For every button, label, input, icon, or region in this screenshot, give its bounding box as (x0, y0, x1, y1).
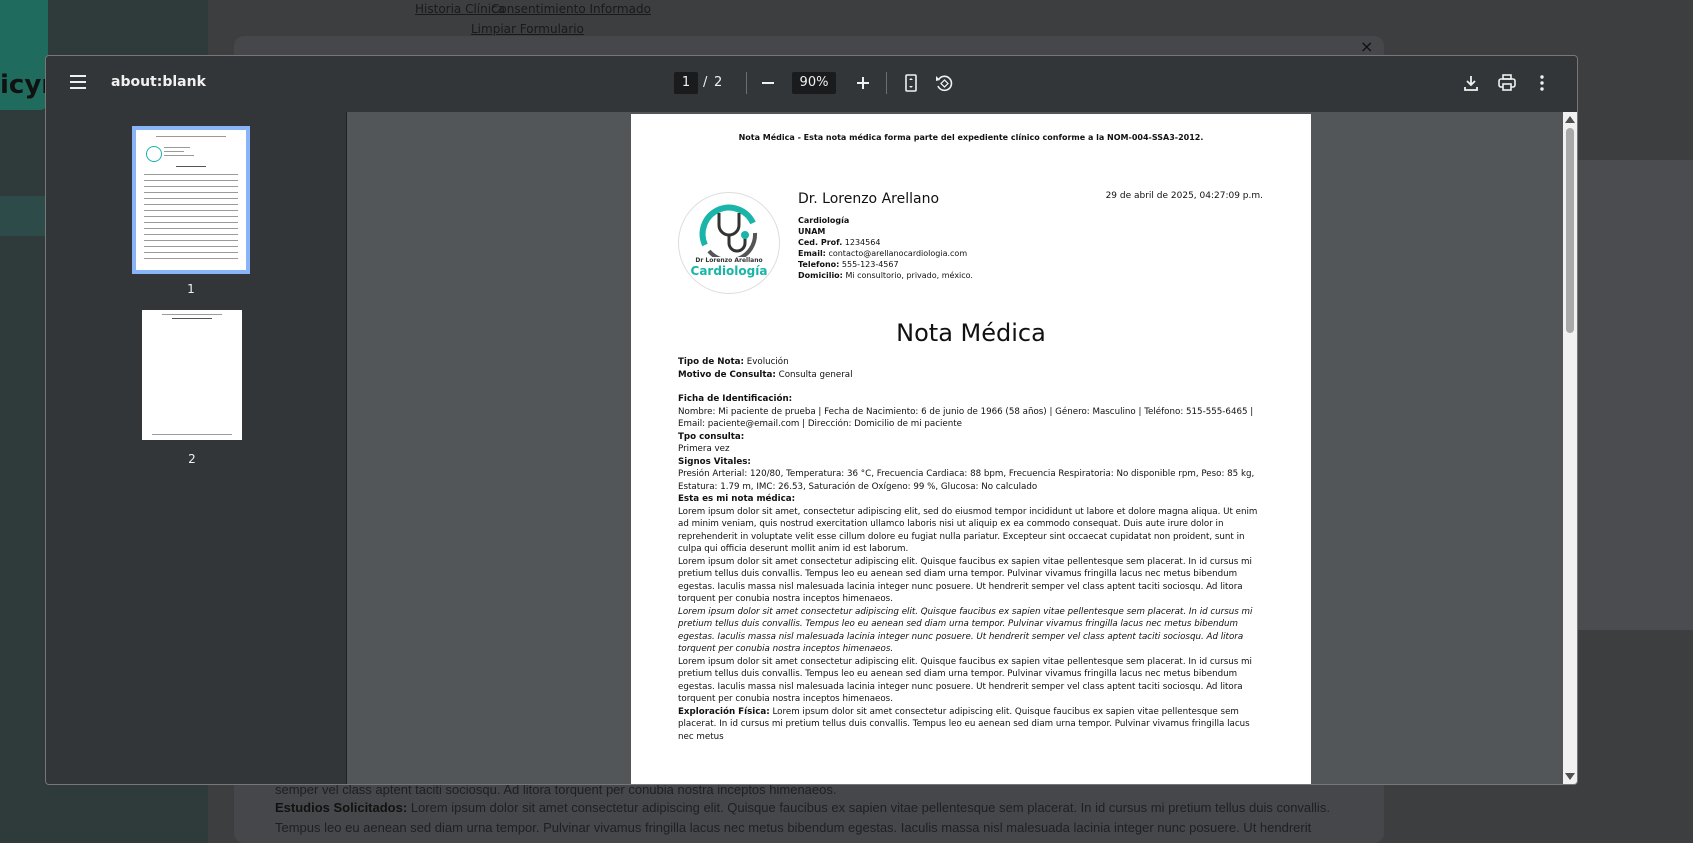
page-thumbnail-1[interactable] (132, 126, 250, 274)
consentimiento-link[interactable]: Consentimiento Informado (491, 2, 651, 16)
zoom-input[interactable]: 90% (792, 72, 836, 94)
rotate-icon[interactable] (932, 71, 956, 95)
note-body: Tipo de Nota: Evolución Motivo de Consul… (678, 356, 1264, 743)
paragraph-italic: Lorem ipsum dolor sit amet consectetur a… (678, 606, 1253, 655)
thumbnail-label-2: 2 (188, 452, 196, 466)
limpiar-formulario-link[interactable]: Limpiar Formulario (471, 22, 584, 36)
download-icon[interactable] (1459, 71, 1483, 95)
consult-reason: Consulta general (778, 369, 853, 380)
note-date: 29 de abril de 2025, 04:27:09 p.m. (1105, 191, 1263, 201)
paragraph: Lorem ipsum dolor sit amet, consectetur … (678, 506, 1258, 555)
tpo-heading: Tpo consulta: (678, 431, 745, 442)
note-type: Evolución (746, 357, 789, 367)
fit-page-icon[interactable] (899, 71, 923, 95)
ficha-heading: Ficha de Identificación: (678, 394, 793, 404)
scroll-down-icon[interactable] (1565, 773, 1575, 780)
logo-subtitle: Dr Lorenzo Arellano (695, 257, 763, 264)
pdf-viewer: about:blank 1 / 2 90% 1 2 Nota Médica - … (45, 55, 1578, 785)
more-icon[interactable] (1530, 71, 1554, 95)
tpo-value: Primera vez (678, 444, 730, 454)
page-thumbnail-2[interactable] (142, 310, 242, 440)
stethoscope-icon (699, 204, 758, 263)
menu-icon[interactable] (70, 75, 86, 89)
document-title: about:blank (111, 74, 206, 90)
note-title: Nota Médica (896, 319, 1046, 347)
background-text-line: Estudios Solicitados: Lorem ipsum dolor … (275, 800, 1330, 815)
paragraph: Lorem ipsum dolor sit amet consectetur a… (678, 656, 1252, 705)
zoom-out-icon[interactable] (756, 71, 780, 95)
thumbnail-label-1: 1 (187, 282, 195, 296)
page-separator: / (703, 75, 708, 90)
background-text-line: Tempus leo eu aenean sed diam urna tempo… (275, 820, 1312, 835)
total-pages: 2 (714, 75, 723, 90)
signos-heading: Signos Vitales: (678, 456, 751, 467)
toolbar-divider (746, 72, 747, 94)
pdf-page: Nota Médica - Esta nota médica forma par… (631, 114, 1311, 784)
close-icon[interactable]: × (1360, 37, 1373, 56)
background-right-panel (1578, 160, 1693, 630)
zoom-in-icon[interactable] (851, 71, 875, 95)
page-number-input[interactable]: 1 (674, 72, 698, 94)
university: UNAM (798, 227, 826, 236)
scrollbar-thumb[interactable] (1566, 128, 1574, 333)
nota-heading: Esta es mi nota médica: (678, 494, 796, 504)
ficha-value: Nombre: Mi paciente de prueba | Fecha de… (678, 406, 1254, 430)
viewer-toolbar: about:blank 1 / 2 90% (46, 56, 1577, 112)
document-area[interactable]: Nota Médica - Esta nota médica forma par… (347, 112, 1577, 784)
ced-value: 1234564 (844, 238, 881, 247)
signos-value: Presión Arterial: 120/80, Temperatura: 3… (678, 469, 1255, 492)
scroll-up-icon[interactable] (1565, 116, 1575, 123)
paragraph: Lorem ipsum dolor sit amet consectetur a… (678, 556, 1252, 605)
print-icon[interactable] (1495, 71, 1519, 95)
doctor-email: contacto@arellanocardiologia.com (828, 249, 968, 258)
doctor-info: Cardiología UNAM Ced. Prof. 1234564 Emai… (798, 216, 973, 280)
specialty: Cardiología (798, 216, 850, 225)
thumbnail-sidebar: 1 2 (46, 112, 347, 784)
doctor-address: Mi consultorio, privado, méxico. (845, 271, 973, 280)
toolbar-divider (886, 72, 887, 94)
page-header: Nota Médica - Esta nota médica forma par… (738, 133, 1204, 142)
doctor-logo: Dr Lorenzo Arellano Cardiología (678, 192, 780, 294)
doctor-name: Dr. Lorenzo Arellano (798, 191, 940, 207)
doctor-phone: 555-123-4567 (841, 260, 899, 269)
logo-title: Cardiología (690, 264, 768, 278)
vertical-scrollbar[interactable] (1563, 112, 1577, 784)
